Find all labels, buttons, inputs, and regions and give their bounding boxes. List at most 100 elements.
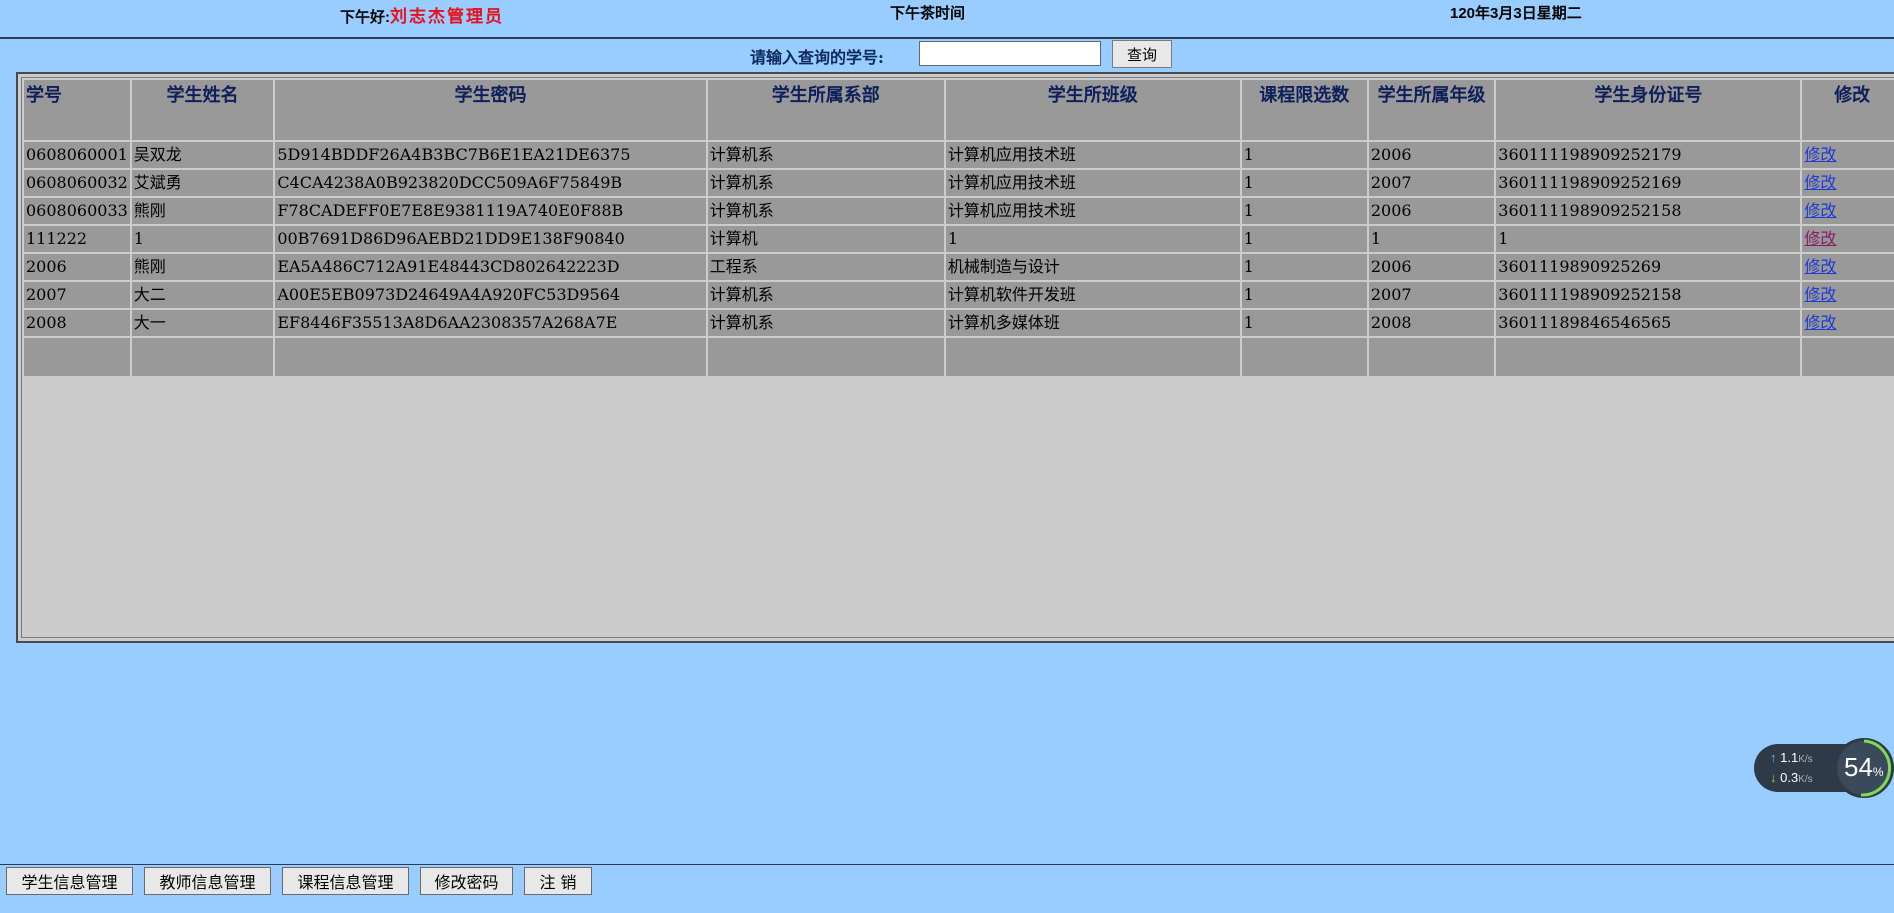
cell-edit: 修改 <box>1802 170 1894 196</box>
cell-id-card: 360111198909252158 <box>1496 198 1801 224</box>
cell-edit: 修改 <box>1802 142 1894 168</box>
cell-id-card: 360111198909252158 <box>1496 282 1801 308</box>
cell-id-card: 36011189846546565 <box>1496 310 1801 336</box>
cell-student-name: 吴双龙 <box>131 142 274 168</box>
cell-password: 5D914BDDF26A4B3BC7B6E1EA21DE6375 <box>275 142 706 168</box>
student-info-management-button[interactable]: 学生信息管理 <box>6 867 133 895</box>
empty-cell <box>707 338 944 376</box>
empty-cell <box>1802 338 1894 376</box>
search-button[interactable]: 查询 <box>1112 40 1172 68</box>
table-header-row: 学号 学生姓名 学生密码 学生所属系部 学生所班级 课程限选数 学生所属年级 学… <box>24 80 1894 140</box>
edit-link[interactable]: 修改 <box>1804 173 1836 192</box>
cell-class: 1 <box>945 226 1240 252</box>
memory-usage-percent: 54% <box>1844 752 1884 783</box>
col-header-course-limit: 课程限选数 <box>1241 80 1367 140</box>
edit-link[interactable]: 修改 <box>1804 145 1836 164</box>
col-header-student-name: 学生姓名 <box>131 80 274 140</box>
cell-grade: 2006 <box>1368 198 1495 224</box>
cell-class: 机械制造与设计 <box>945 254 1240 280</box>
cell-student-id: 0608060033 <box>24 198 130 224</box>
download-speed: ↓ 0.3K/s <box>1770 770 1813 785</box>
cell-department: 工程系 <box>707 254 944 280</box>
cell-department: 计算机系 <box>707 198 944 224</box>
cell-class: 计算机应用技术班 <box>945 142 1240 168</box>
empty-cell <box>1496 338 1801 376</box>
edit-link[interactable]: 修改 <box>1804 257 1836 276</box>
cell-student-id: 2007 <box>24 282 130 308</box>
cell-edit: 修改 <box>1802 198 1894 224</box>
search-label: 请输入查询的学号: <box>750 48 884 67</box>
cell-id-card: 3601119890925269 <box>1496 254 1801 280</box>
upload-speed: ↑ 1.1K/s <box>1770 750 1813 765</box>
logout-button[interactable]: 注 销 <box>524 867 592 895</box>
student-id-search-input[interactable] <box>919 41 1101 66</box>
cell-class: 计算机软件开发班 <box>945 282 1240 308</box>
cell-student-id: 2006 <box>24 254 130 280</box>
cell-department: 计算机系 <box>707 310 944 336</box>
cell-student-name: 熊刚 <box>131 198 274 224</box>
cell-grade: 2007 <box>1368 170 1495 196</box>
empty-cell <box>275 338 706 376</box>
cell-course-limit: 1 <box>1241 142 1367 168</box>
teacher-info-management-button[interactable]: 教师信息管理 <box>144 867 271 895</box>
edit-link[interactable]: 修改 <box>1804 313 1836 332</box>
cell-student-id: 2008 <box>24 310 130 336</box>
greeting: 下午好:刘志杰管理员 <box>340 2 504 27</box>
greeting-text: 下午好: <box>340 9 390 26</box>
cell-grade: 2006 <box>1368 142 1495 168</box>
current-date: 120年3月3日星期二 <box>1450 5 1582 22</box>
cell-grade: 2007 <box>1368 282 1495 308</box>
cell-password: A00E5EB0973D24649A4A920FC53D9564 <box>275 282 706 308</box>
table-row: 2006 熊刚 EA5A486C712A91E48443CD802642223D… <box>24 254 1894 280</box>
empty-cell <box>131 338 274 376</box>
download-value: 0.3 <box>1780 770 1799 785</box>
cell-student-name: 1 <box>131 226 274 252</box>
cell-student-id: 0608060001 <box>24 142 130 168</box>
edit-link[interactable]: 修改 <box>1804 201 1836 220</box>
upload-arrow-icon: ↑ <box>1770 750 1777 765</box>
cell-student-name: 大二 <box>131 282 274 308</box>
change-password-button[interactable]: 修改密码 <box>420 867 513 895</box>
col-header-grade: 学生所属年级 <box>1368 80 1495 140</box>
cell-edit: 修改 <box>1802 310 1894 336</box>
cell-course-limit: 1 <box>1241 226 1367 252</box>
cell-course-limit: 1 <box>1241 282 1367 308</box>
cell-class: 计算机应用技术班 <box>945 198 1240 224</box>
percent-sign: % <box>1872 765 1884 779</box>
bottom-nav-bar: 学生信息管理 教师信息管理 课程信息管理 修改密码 注 销 <box>0 864 1894 913</box>
cell-course-limit: 1 <box>1241 254 1367 280</box>
cell-password: 00B7691D86D96AEBD21DD9E138F90840 <box>275 226 706 252</box>
cell-department: 计算机系 <box>707 282 944 308</box>
cell-password: EF8446F35513A8D6AA2308357A268A7E <box>275 310 706 336</box>
col-header-class: 学生所班级 <box>945 80 1240 140</box>
course-info-management-button[interactable]: 课程信息管理 <box>282 867 409 895</box>
top-bar: 下午好:刘志杰管理员 下午茶时间 120年3月3日星期二 <box>0 0 1894 39</box>
cell-department: 计算机系 <box>707 170 944 196</box>
empty-cell <box>1241 338 1367 376</box>
cell-student-name: 艾斌勇 <box>131 170 274 196</box>
percent-value: 54 <box>1844 752 1873 782</box>
col-header-edit: 修改 <box>1802 80 1894 140</box>
search-row: 请输入查询的学号: 查询 <box>0 40 1894 70</box>
edit-link[interactable]: 修改 <box>1804 285 1836 304</box>
cell-grade: 1 <box>1368 226 1495 252</box>
cell-student-id: 0608060032 <box>24 170 130 196</box>
user-name: 刘志杰管理员 <box>390 7 504 26</box>
cell-grade: 2006 <box>1368 254 1495 280</box>
col-header-department: 学生所属系部 <box>707 80 944 140</box>
table-row: 0608060032 艾斌勇 C4CA4238A0B923820DCC509A6… <box>24 170 1894 196</box>
download-arrow-icon: ↓ <box>1770 770 1777 785</box>
col-header-id-card: 学生身份证号 <box>1496 80 1801 140</box>
upload-value: 1.1 <box>1780 750 1799 765</box>
empty-cell <box>24 338 130 376</box>
slogan: 下午茶时间 <box>890 5 966 22</box>
cell-id-card: 1 <box>1496 226 1801 252</box>
table-row: 0608060001 吴双龙 5D914BDDF26A4B3BC7B6E1EA2… <box>24 142 1894 168</box>
cell-student-id: 111222 <box>24 226 130 252</box>
network-speed-widget[interactable]: ↑ 1.1K/s ↓ 0.3K/s 54% <box>1754 738 1894 798</box>
cell-student-name: 大一 <box>131 310 274 336</box>
col-header-password: 学生密码 <box>275 80 706 140</box>
cell-course-limit: 1 <box>1241 310 1367 336</box>
edit-link[interactable]: 修改 <box>1804 229 1836 248</box>
cell-department: 计算机 <box>707 226 944 252</box>
